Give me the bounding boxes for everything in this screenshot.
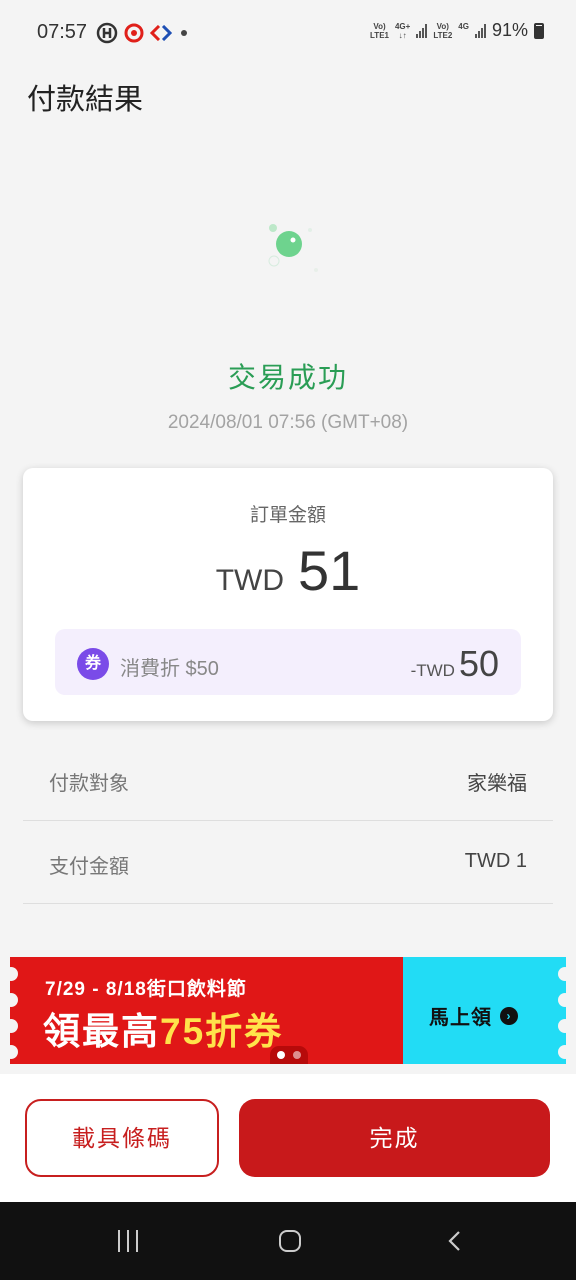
status-indicators: Vo) LTE1 4G+ ↓↑ Vo) LTE2 4G 91% <box>370 20 544 41</box>
page-title: 付款結果 <box>27 84 144 116</box>
claim-now-button[interactable]: 馬上領 › <box>429 1001 518 1030</box>
sim2-network-type-icon: 4G <box>458 21 469 31</box>
payee-row: 付款對象 家樂福 <box>23 737 553 821</box>
promo-banner[interactable]: 7/29 - 8/18街口飲料節 領最高75折券 馬上領 › <box>4 957 572 1064</box>
promo-subtitle: 7/29 - 8/18街口飲料節 <box>45 979 247 1000</box>
discount-amount: 50 <box>458 643 499 684</box>
claim-now-label: 馬上領 <box>429 1007 492 1029</box>
discount-row: 券 消費折 $50 -TWD 50 <box>55 629 521 695</box>
sim2-volte-icon: Vo) LTE2 <box>433 21 453 40</box>
carousel-dot-active <box>277 1051 285 1059</box>
recent-apps-icon[interactable] <box>118 1230 138 1252</box>
paid-amount-row: 支付金額 TWD 1 <box>23 820 553 904</box>
notification-icons <box>96 22 190 44</box>
back-icon[interactable] <box>444 1230 466 1252</box>
bottom-action-bar: 載具條碼 完成 <box>0 1074 576 1202</box>
order-amount: TWD 51 <box>23 538 553 603</box>
promo-title: 領最高75折券 <box>43 1011 284 1052</box>
sim1-signal-icon <box>416 23 428 38</box>
payee-label: 付款對象 <box>49 773 129 795</box>
more-dot-icon <box>181 30 187 36</box>
promo-banner-left[interactable]: 7/29 - 8/18街口飲料節 領最高75折券 <box>4 957 404 1064</box>
status-bar: 07:57 Vo) LTE1 4G+ ↓↑ Vo) LTE2 4G 91% <box>0 0 576 66</box>
transaction-datetime: 2024/08/01 07:56 (GMT+08) <box>167 412 409 433</box>
sim1-volte-icon: Vo) LTE1 <box>370 21 389 40</box>
carrefour-icon <box>150 25 172 41</box>
order-amount-label: 訂單金額 <box>249 505 326 526</box>
carrier-barcode-button[interactable]: 載具條碼 <box>25 1099 219 1177</box>
transaction-status: 交易成功 <box>227 362 348 393</box>
battery-icon <box>534 22 544 39</box>
paid-amount-label: 支付金額 <box>49 856 129 878</box>
promo-claim-area[interactable]: 馬上領 › <box>403 957 572 1064</box>
sim1-network-type-icon: 4G+ ↓↑ <box>394 21 411 40</box>
payment-app-icon <box>96 22 118 44</box>
system-nav-bar <box>0 1202 576 1280</box>
success-animation-icon <box>268 224 318 272</box>
order-currency: TWD <box>215 564 284 597</box>
battery-percent: 91% <box>491 20 528 40</box>
order-summary-card: 訂單金額 TWD 51 券 消費折 $50 -TWD 50 <box>23 468 553 721</box>
sim2-signal-icon <box>474 23 486 38</box>
carousel-indicator <box>270 1046 308 1064</box>
order-amount-value: 51 <box>298 539 361 602</box>
status-time: 07:57 <box>37 21 88 43</box>
discount-label: 消費折 $50 <box>120 658 219 680</box>
discount-currency: -TWD <box>410 661 455 680</box>
red-app-icon <box>124 23 144 43</box>
carousel-dot <box>293 1051 301 1059</box>
payee-value: 家樂福 <box>467 773 527 795</box>
promo-highlight: 75折券 <box>160 1011 284 1052</box>
done-button[interactable]: 完成 <box>239 1099 550 1177</box>
chevron-right-icon: › <box>500 1006 518 1025</box>
coupon-icon: 券 <box>77 648 109 680</box>
home-icon[interactable] <box>279 1230 301 1252</box>
paid-amount-value: TWD 1 <box>464 850 527 872</box>
